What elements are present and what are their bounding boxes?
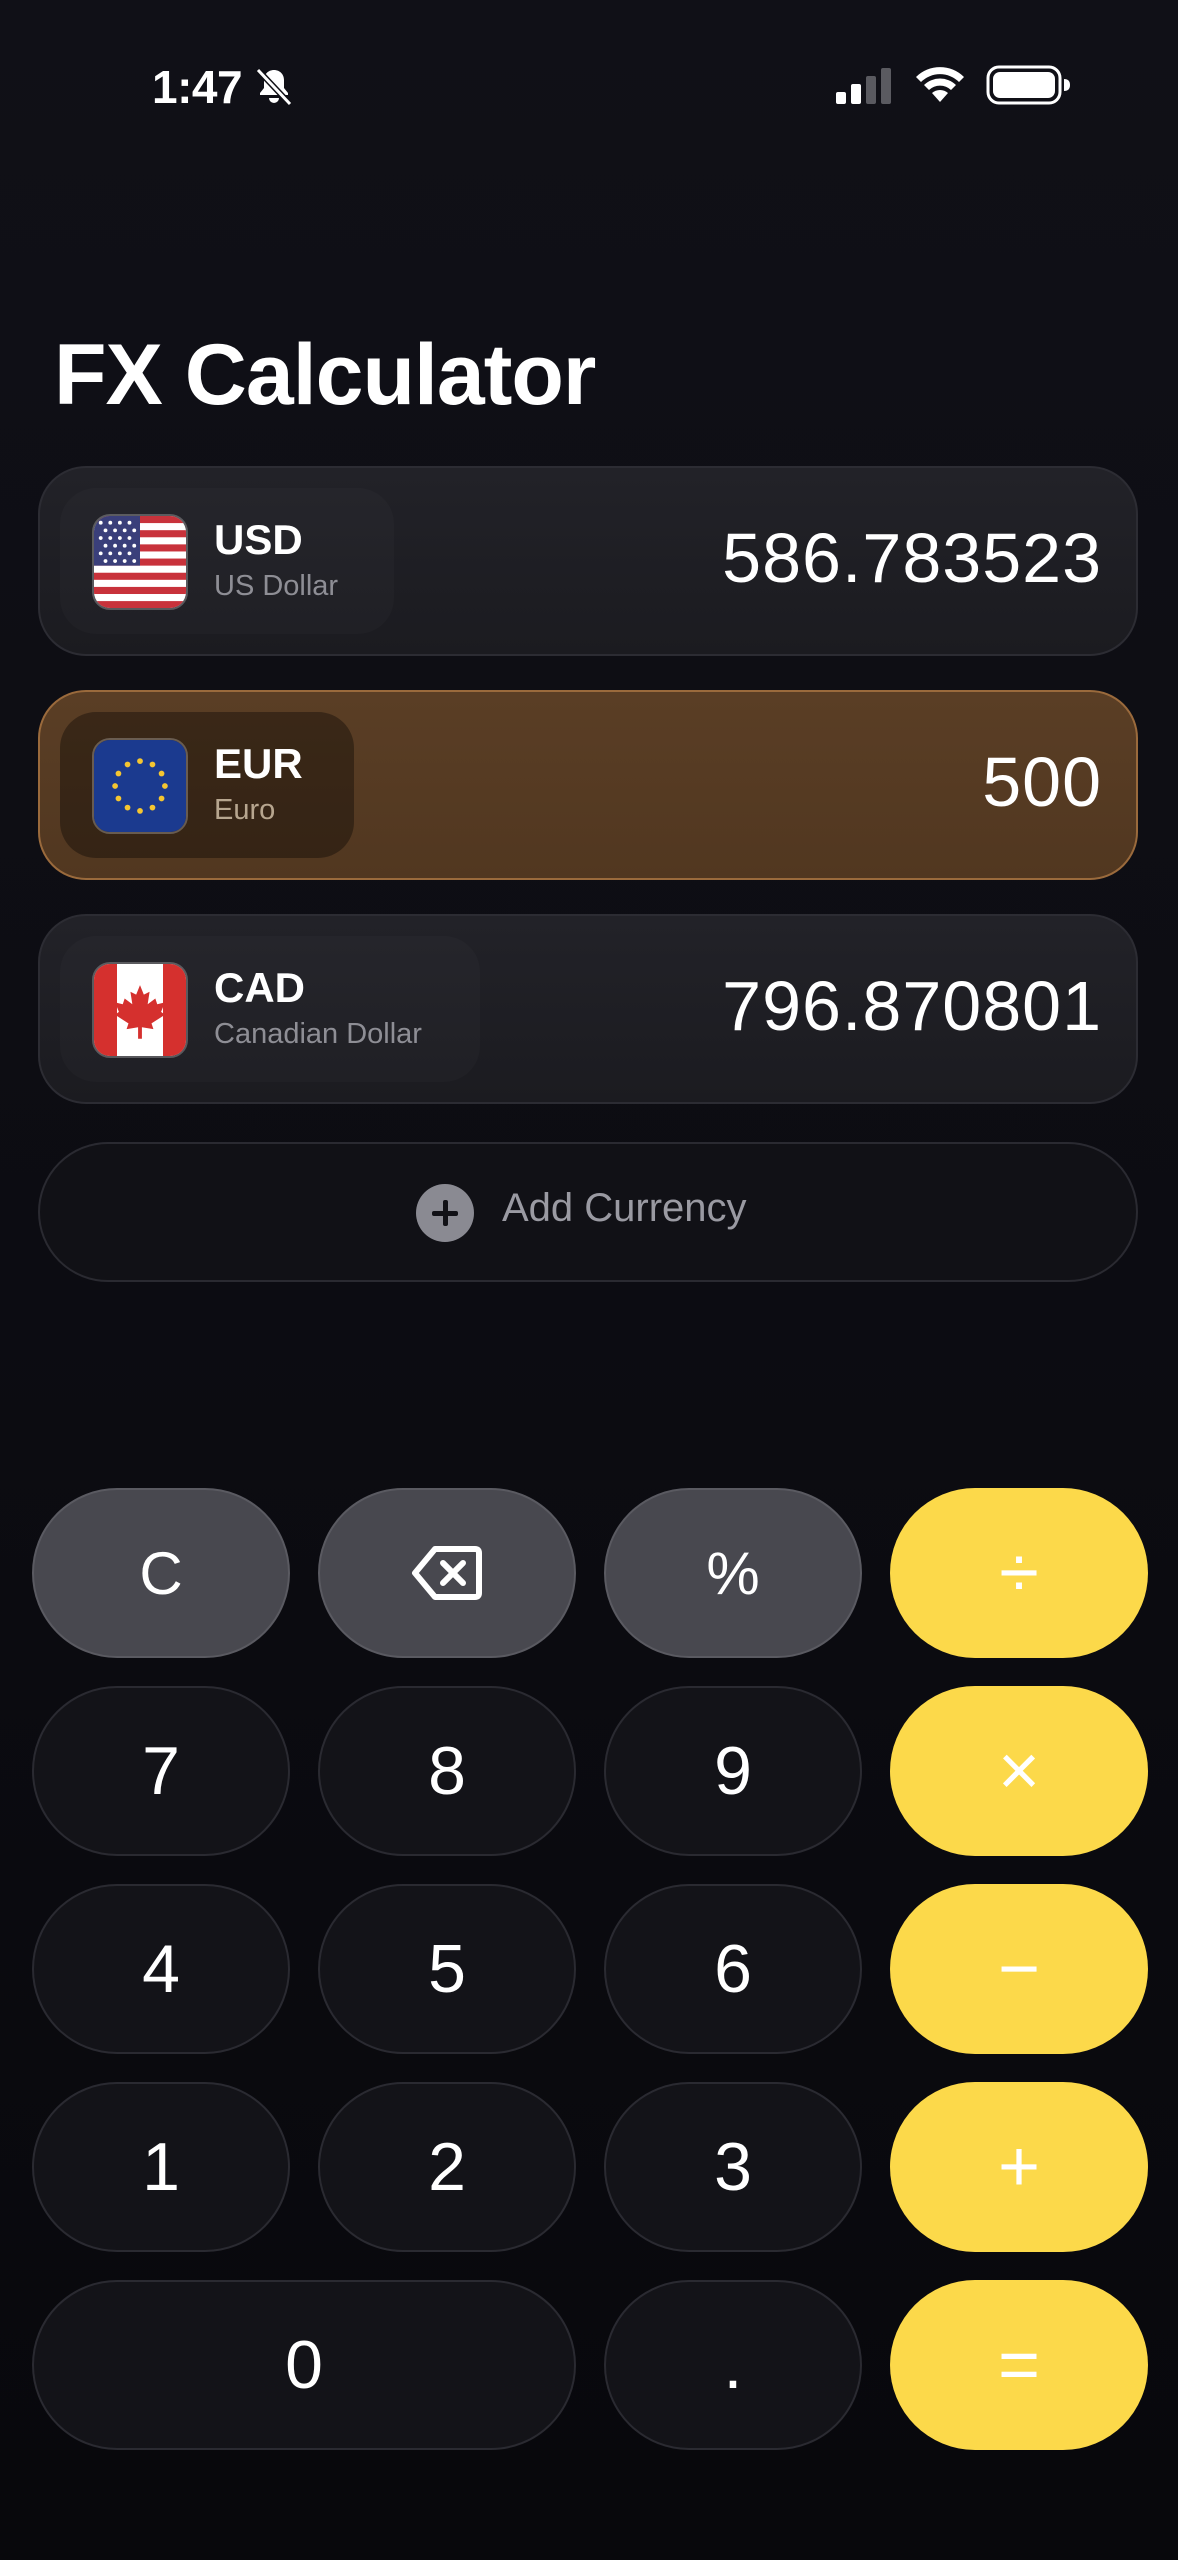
- digit-label: 8: [428, 1733, 466, 1809]
- minus-label: −: [997, 1929, 1041, 2009]
- page-title: FX Calculator: [54, 327, 596, 423]
- digit-label: 0: [285, 2327, 323, 2403]
- minus-button[interactable]: −: [890, 1884, 1148, 2054]
- digit-label: 7: [142, 1733, 180, 1809]
- digit-label: 1: [142, 2129, 180, 2205]
- multiply-button[interactable]: ×: [890, 1686, 1148, 1856]
- digit-8-button[interactable]: 8: [318, 1686, 576, 1856]
- keypad: C % ÷ 7 8 9 × 4 5 6 − 1 2 3 + 0 . =: [32, 1488, 1148, 2452]
- digit-label: 6: [714, 1931, 752, 2007]
- digit-label: 9: [714, 1733, 752, 1809]
- digit-6-button[interactable]: 6: [604, 1884, 862, 2054]
- digit-3-button[interactable]: 3: [604, 2082, 862, 2252]
- digit-label: 5: [428, 1931, 466, 2007]
- decimal-label: .: [723, 2327, 743, 2403]
- ca-flag-icon: [92, 962, 188, 1058]
- eu-flag-icon: [92, 738, 188, 834]
- currency-name: Euro: [214, 794, 276, 826]
- currency-code: CAD: [214, 964, 305, 1011]
- plus-button[interactable]: +: [890, 2082, 1148, 2252]
- currency-name: Canadian Dollar: [214, 1018, 422, 1050]
- plus-label: +: [997, 2127, 1041, 2207]
- currency-amount: 796.870801: [722, 967, 1102, 1045]
- add-currency-button[interactable]: Add Currency: [38, 1142, 1138, 1282]
- currency-row-usd[interactable]: USD US Dollar 586.783523: [38, 466, 1138, 656]
- currency-amount: 586.783523: [722, 519, 1102, 597]
- percent-button[interactable]: %: [604, 1488, 862, 1658]
- digit-2-button[interactable]: 2: [318, 2082, 576, 2252]
- digit-0-button[interactable]: 0: [32, 2280, 576, 2450]
- battery-icon: [986, 65, 1070, 105]
- currency-code: EUR: [214, 740, 303, 787]
- clear-label: C: [139, 1539, 183, 1607]
- divide-label: ÷: [999, 1533, 1039, 1613]
- divide-button[interactable]: ÷: [890, 1488, 1148, 1658]
- bell-slash-icon: [255, 67, 293, 107]
- digit-label: 4: [142, 1931, 180, 2007]
- currency-row-eur[interactable]: EUR Euro 500: [38, 690, 1138, 880]
- digit-label: 3: [714, 2129, 752, 2205]
- clear-button[interactable]: C: [32, 1488, 290, 1658]
- add-currency-label: Add Currency: [502, 1186, 747, 1230]
- backspace-icon: [412, 1546, 482, 1600]
- digit-label: 2: [428, 2129, 466, 2205]
- digit-5-button[interactable]: 5: [318, 1884, 576, 2054]
- digit-1-button[interactable]: 1: [32, 2082, 290, 2252]
- status-bar: 1:47: [0, 48, 1178, 128]
- equals-label: =: [997, 2325, 1041, 2405]
- screen: 1:47 FX Calculator USD US Dollar 586.783…: [0, 0, 1178, 2560]
- digit-7-button[interactable]: 7: [32, 1686, 290, 1856]
- currency-name: US Dollar: [214, 570, 339, 602]
- status-time: 1:47: [152, 61, 243, 113]
- wifi-icon: [916, 67, 964, 102]
- plus-circle-icon: [416, 1184, 474, 1242]
- currency-row-cad[interactable]: CAD Canadian Dollar 796.870801: [38, 914, 1138, 1104]
- equals-button[interactable]: =: [890, 2280, 1148, 2450]
- signal-icon: [836, 68, 891, 104]
- us-flag-icon: [92, 514, 188, 610]
- decimal-button[interactable]: .: [604, 2280, 862, 2450]
- digit-4-button[interactable]: 4: [32, 1884, 290, 2054]
- digit-9-button[interactable]: 9: [604, 1686, 862, 1856]
- currency-amount: 500: [982, 743, 1102, 821]
- multiply-label: ×: [997, 1731, 1041, 1811]
- currency-code: USD: [214, 516, 303, 563]
- backspace-button[interactable]: [318, 1488, 576, 1658]
- percent-label: %: [706, 1539, 760, 1607]
